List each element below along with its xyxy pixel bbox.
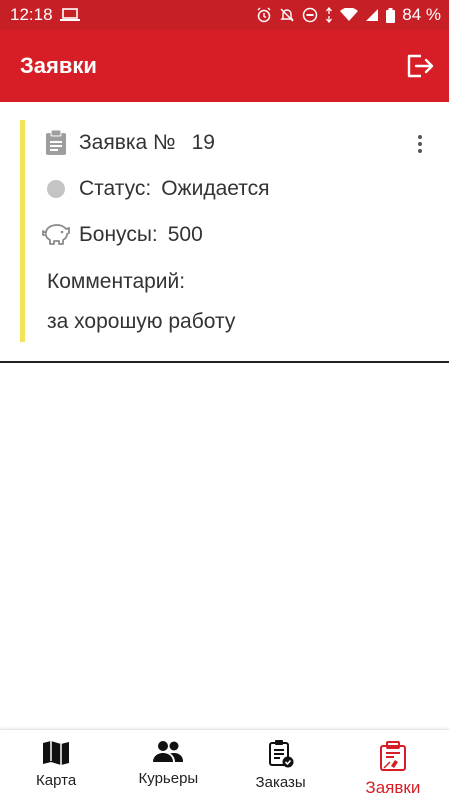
- battery-icon: [386, 7, 396, 23]
- bonus-value: 500: [167, 223, 203, 246]
- app-bar: Заявки: [0, 30, 449, 102]
- do-not-disturb-icon: [302, 7, 318, 23]
- nav-item-requests-label: Заявки: [365, 778, 421, 797]
- notifications-off-icon: [279, 7, 295, 23]
- nav-item-requests[interactable]: Заявки: [337, 730, 449, 801]
- nav-item-orders[interactable]: Заказы: [225, 730, 337, 801]
- status-label: Статус:: [79, 177, 152, 200]
- bonus-label: Бонусы:: [79, 223, 158, 246]
- status-bar: 12:18 84 %: [0, 0, 449, 30]
- requests-icon: [379, 741, 406, 771]
- nav-item-couriers-label: Курьеры: [138, 770, 199, 787]
- request-card[interactable]: Заявка № 19 Статус: Ожидается Бонусы: 50…: [20, 120, 440, 342]
- nav-item-orders-label: Заказы: [255, 774, 306, 791]
- divider: [0, 361, 449, 363]
- status-value: Ожидается: [161, 177, 270, 200]
- nav-item-map[interactable]: Карта: [0, 730, 112, 801]
- map-icon: [43, 741, 70, 765]
- request-number-value: 19: [191, 131, 215, 154]
- logout-icon: [407, 54, 434, 78]
- clock: 12:18: [10, 5, 53, 24]
- people-icon: [153, 741, 184, 762]
- data-transfer-icon: [325, 7, 333, 23]
- bottom-navigation: Карта Курьеры Заказы Заявки: [0, 729, 449, 801]
- orders-checklist-icon: [268, 740, 294, 768]
- request-number-label: Заявка №: [79, 131, 176, 154]
- nav-item-map-label: Карта: [36, 772, 77, 789]
- more-options-button[interactable]: [408, 132, 432, 156]
- comment-text: за хорошую работу: [47, 310, 236, 333]
- cellular-signal-icon: [365, 8, 379, 22]
- more-vert-icon: [418, 135, 422, 139]
- laptop-icon: [59, 8, 80, 22]
- request-number-row: Заявка № 19: [41, 128, 215, 158]
- piggy-bank-icon: [41, 220, 71, 250]
- page-title: Заявки: [20, 53, 97, 78]
- nav-item-couriers[interactable]: Курьеры: [112, 730, 224, 801]
- logout-button[interactable]: [403, 50, 435, 82]
- status-dot-icon: [41, 174, 71, 204]
- battery-level: 84 %: [402, 5, 441, 24]
- status-row: Статус: Ожидается: [41, 174, 270, 204]
- alarm-icon: [256, 7, 272, 23]
- comment-label: Комментарий:: [47, 270, 186, 293]
- wifi-icon: [340, 8, 359, 22]
- bonus-row: Бонусы: 500: [41, 220, 203, 250]
- clipboard-icon: [41, 128, 71, 158]
